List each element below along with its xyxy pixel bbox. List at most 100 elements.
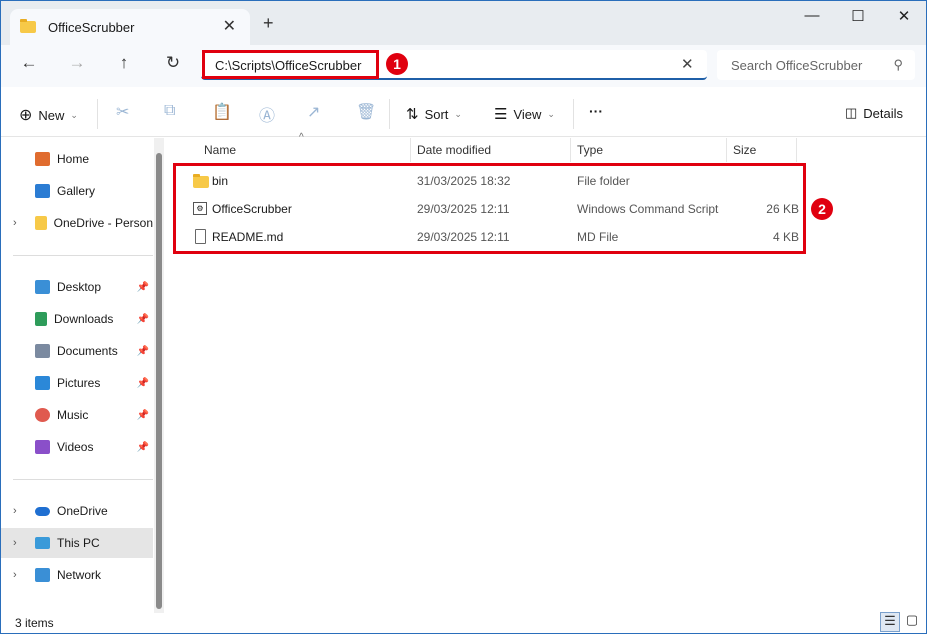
new-button[interactable]: ⊕ New ⌄ bbox=[19, 105, 78, 125]
sort-icon: ⇅ bbox=[406, 106, 419, 123]
sidebar-item-desktop[interactable]: Desktop 📌 bbox=[1, 272, 153, 302]
navigation-pane: Home Gallery › OneDrive - Person Desktop 📌… bbox=[1, 138, 154, 613]
clear-address-icon[interactable]: ✕ bbox=[681, 55, 694, 73]
label: Gallery bbox=[57, 184, 96, 198]
label: OneDrive bbox=[57, 504, 108, 518]
sort-ascending-icon: ^ bbox=[299, 132, 304, 143]
cloud-icon bbox=[35, 506, 50, 516]
sidebar-item-music[interactable]: Music 📌 bbox=[1, 400, 153, 430]
column-header-date-modified[interactable]: Date modified bbox=[417, 143, 491, 157]
view-icon: ☰ bbox=[494, 106, 508, 123]
chevron-right-icon[interactable]: › bbox=[13, 537, 17, 549]
label: Videos bbox=[57, 440, 94, 454]
tab-officescrubber[interactable]: OfficeScrubber ✕ bbox=[10, 9, 250, 45]
divider bbox=[573, 99, 574, 129]
column-header-name[interactable]: Name bbox=[204, 143, 236, 157]
details-pane-icon: ◫ bbox=[845, 105, 858, 120]
search-icon: ⚲ bbox=[893, 57, 903, 72]
paste-button[interactable]: 📋 bbox=[212, 102, 232, 122]
close-tab-icon[interactable]: ✕ bbox=[223, 16, 236, 36]
back-button[interactable]: ← bbox=[14, 53, 44, 73]
column-header-size[interactable]: Size bbox=[733, 143, 756, 157]
pin-icon: 📌 bbox=[136, 409, 149, 421]
highlight-box bbox=[173, 163, 806, 254]
sidebar-item-gallery[interactable]: Gallery bbox=[1, 176, 153, 206]
pin-icon: 📌 bbox=[136, 281, 149, 293]
label: Downloads bbox=[54, 312, 114, 326]
sidebar-item-videos[interactable]: Videos 📌 bbox=[1, 432, 153, 462]
details-button[interactable]: ◫ Details bbox=[845, 105, 903, 121]
pin-icon: 📌 bbox=[136, 345, 149, 357]
status-item-count: 3 items bbox=[15, 616, 54, 630]
large-icons-view-button[interactable]: ▢ bbox=[902, 612, 922, 632]
chevron-down-icon: ⌄ bbox=[454, 108, 462, 119]
sort-label: Sort bbox=[424, 106, 449, 122]
column-header-type[interactable]: Type bbox=[577, 143, 603, 157]
label: This PC bbox=[57, 536, 100, 550]
share-button[interactable]: ↗ bbox=[307, 102, 320, 122]
chevron-down-icon: ⌄ bbox=[547, 108, 555, 119]
sidebar-item-this-pc[interactable]: › This PC bbox=[1, 528, 153, 558]
folder-icon bbox=[20, 19, 36, 33]
pin-icon: 📌 bbox=[136, 313, 149, 325]
chevron-right-icon[interactable]: › bbox=[13, 505, 17, 517]
label: Documents bbox=[57, 344, 118, 358]
sidebar-item-home[interactable]: Home bbox=[1, 144, 153, 174]
music-icon bbox=[35, 408, 50, 422]
label: Music bbox=[57, 408, 89, 422]
pictures-icon bbox=[35, 376, 50, 390]
divider bbox=[97, 99, 98, 129]
maximize-button[interactable]: ☐ bbox=[835, 7, 881, 25]
details-label: Details bbox=[863, 105, 904, 121]
column-divider[interactable] bbox=[726, 138, 727, 162]
more-options-button[interactable]: ··· bbox=[589, 103, 603, 119]
column-divider[interactable] bbox=[570, 138, 571, 162]
download-icon bbox=[35, 312, 47, 326]
label: Home bbox=[57, 152, 90, 166]
view-button[interactable]: ☰ View ⌄ bbox=[494, 105, 555, 123]
sidebar-item-onedrive-personal[interactable]: › OneDrive - Person bbox=[1, 208, 153, 238]
sidebar-scrollbar-thumb[interactable] bbox=[156, 153, 162, 609]
minimize-button[interactable]: — bbox=[789, 7, 835, 24]
view-label: View bbox=[513, 106, 542, 122]
pin-icon: 📌 bbox=[136, 441, 149, 453]
pin-icon: 📌 bbox=[136, 377, 149, 389]
computer-icon bbox=[35, 537, 50, 549]
label: Pictures bbox=[57, 376, 101, 390]
sidebar-item-downloads[interactable]: Downloads 📌 bbox=[1, 304, 153, 334]
command-bar: ⊕ New ⌄ ✂ ⧉ 📋 Ⓐ ↗ 🗑 ⇅ Sort ⌄ ☰ View ⌄ ··· ◫ Det… bbox=[1, 91, 926, 137]
column-divider[interactable] bbox=[410, 138, 411, 162]
annotation-badge-2: 2 bbox=[811, 198, 833, 220]
network-icon bbox=[35, 568, 50, 582]
delete-button[interactable]: 🗑 bbox=[356, 102, 376, 122]
search-placeholder: Search OfficeScrubber bbox=[731, 58, 863, 73]
column-divider[interactable] bbox=[796, 138, 797, 162]
navigation-bar: ← → ↑ ↻ Search OfficeScrubber ⚲ bbox=[1, 45, 926, 87]
up-button[interactable]: ↑ bbox=[109, 53, 139, 73]
highlight-box bbox=[202, 50, 379, 79]
sidebar-item-documents[interactable]: Documents 📌 bbox=[1, 336, 153, 366]
label: Desktop bbox=[57, 280, 102, 294]
cut-button[interactable]: ✂ bbox=[116, 102, 129, 122]
folder-icon bbox=[35, 216, 47, 230]
tab-title: OfficeScrubber bbox=[48, 19, 135, 35]
refresh-button[interactable]: ↻ bbox=[158, 53, 188, 73]
chevron-right-icon[interactable]: › bbox=[13, 217, 17, 229]
chevron-right-icon[interactable]: › bbox=[13, 569, 17, 581]
rename-button[interactable]: Ⓐ bbox=[259, 102, 275, 126]
sidebar-item-network[interactable]: › Network bbox=[1, 560, 153, 590]
search-input[interactable]: Search OfficeScrubber ⚲ bbox=[717, 50, 915, 80]
documents-icon bbox=[35, 344, 50, 358]
plus-circle-icon: ⊕ bbox=[19, 107, 33, 124]
sidebar-item-onedrive[interactable]: › OneDrive bbox=[1, 496, 153, 526]
new-tab-button[interactable]: + bbox=[263, 13, 274, 34]
close-window-button[interactable]: ✕ bbox=[881, 7, 927, 25]
forward-button[interactable]: → bbox=[62, 53, 92, 73]
details-view-button[interactable]: ☰ bbox=[880, 612, 900, 632]
new-label: New bbox=[38, 107, 65, 123]
copy-button[interactable]: ⧉ bbox=[164, 102, 175, 120]
annotation-badge-1: 1 bbox=[386, 53, 408, 75]
sidebar-item-pictures[interactable]: Pictures 📌 bbox=[1, 368, 153, 398]
divider bbox=[389, 99, 390, 129]
sort-button[interactable]: ⇅ Sort ⌄ bbox=[406, 105, 462, 123]
